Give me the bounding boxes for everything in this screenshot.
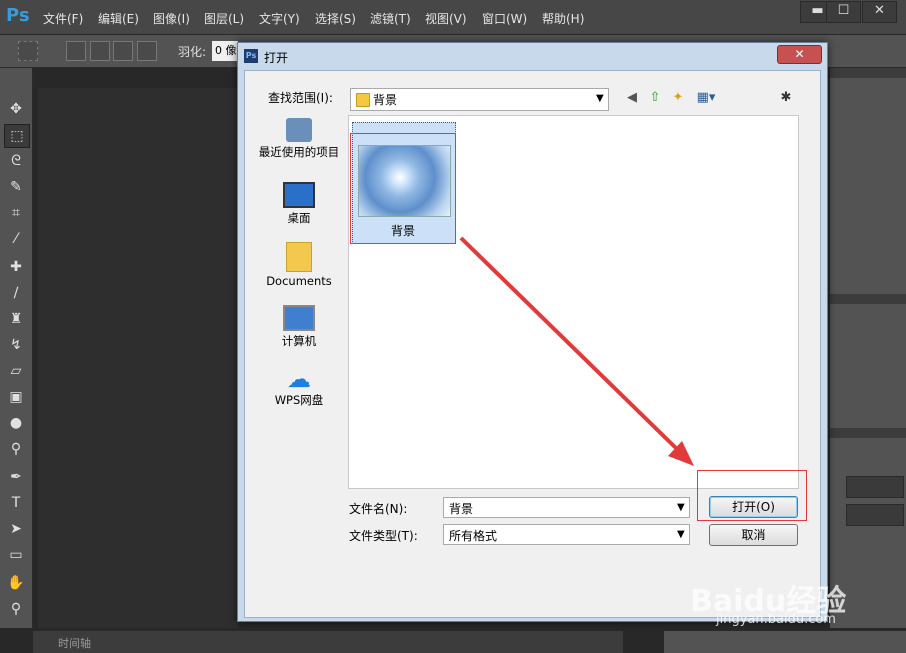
watermark-url: jingyan.baidu.com [716, 612, 836, 627]
annotation-arrow [459, 236, 694, 466]
arrow-line [459, 236, 682, 454]
